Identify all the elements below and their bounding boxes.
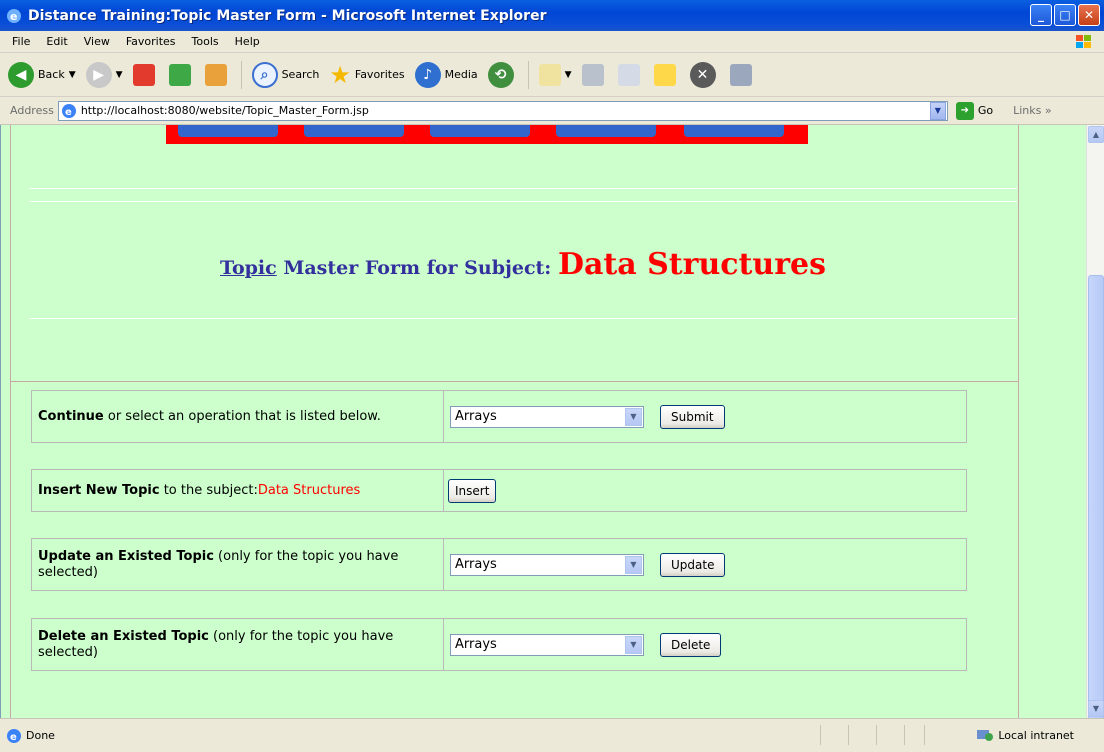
printer-icon <box>581 63 604 86</box>
nav-strip <box>166 125 808 144</box>
update-topic-select[interactable]: Arrays ▼ <box>450 553 644 576</box>
svg-text:e: e <box>65 107 72 118</box>
chevron-down-icon: ▼ <box>625 635 642 654</box>
research-icon <box>729 63 752 86</box>
address-input[interactable] <box>80 104 921 117</box>
history-button[interactable]: ⟲ <box>487 61 518 88</box>
scroll-thumb[interactable] <box>1088 275 1104 745</box>
scroll-up-icon[interactable]: ▲ <box>1088 126 1104 143</box>
address-bar: Address e ▼ ➜ Go Links » <box>0 97 1104 125</box>
address-dropdown-icon[interactable]: ▼ <box>929 101 946 120</box>
messenger-button[interactable]: ✕ <box>689 61 720 88</box>
vertical-scrollbar[interactable]: ▲ ▼ <box>1086 125 1104 745</box>
back-button[interactable]: ◀ Back ▼ <box>8 61 76 88</box>
minimize-button[interactable]: _ <box>1030 4 1052 26</box>
delete-topic-select[interactable]: Arrays ▼ <box>450 633 644 656</box>
history-icon: ⟲ <box>487 61 514 88</box>
menu-file[interactable]: File <box>12 35 30 48</box>
chevron-down-icon: ▼ <box>625 555 642 574</box>
print-button[interactable] <box>581 63 608 86</box>
security-zone: Local intranet <box>976 727 1074 743</box>
svg-text:e: e <box>10 10 17 23</box>
address-field[interactable]: e ▼ <box>57 100 948 121</box>
notes-button[interactable] <box>653 63 680 86</box>
search-icon: ⌕ <box>251 61 278 88</box>
edit-icon <box>617 63 640 86</box>
media-icon: ♪ <box>414 61 441 88</box>
topic-link[interactable]: Topic <box>220 257 277 279</box>
status-text: Done <box>26 729 55 742</box>
ie-icon: e <box>7 8 21 23</box>
forward-arrow-icon: ▶ <box>85 61 112 88</box>
mail-button[interactable]: ▼ <box>538 63 572 86</box>
menu-view[interactable]: View <box>84 35 110 48</box>
page-content: Topic Master Form for Subject: Data Stru… <box>0 125 1086 718</box>
insert-subject: Data Structures <box>257 482 361 498</box>
menu-help[interactable]: Help <box>235 35 260 48</box>
home-button[interactable] <box>204 63 231 86</box>
status-bar: e Done Local intranet <box>0 718 1104 752</box>
stop-icon <box>132 63 155 86</box>
insert-button[interactable]: Insert <box>448 478 497 503</box>
mail-icon <box>538 63 561 86</box>
submit-button[interactable]: Submit <box>660 404 725 429</box>
close-button[interactable]: ✕ <box>1078 4 1100 26</box>
menu-tools[interactable]: Tools <box>192 35 219 48</box>
update-button[interactable]: Update <box>660 552 726 577</box>
subject-name: Data Structures <box>557 247 826 282</box>
window-title: Distance Training:Topic Master Form - Mi… <box>28 7 547 24</box>
links-toolbar[interactable]: Links » <box>1013 104 1052 117</box>
edit-button[interactable] <box>617 63 644 86</box>
research-button[interactable] <box>729 63 756 86</box>
notes-icon <box>653 63 676 86</box>
search-button[interactable]: ⌕ Search <box>251 61 319 88</box>
insert-row: Insert New Topic to the subject:Data Str… <box>31 469 967 512</box>
menu-favorites[interactable]: Favorites <box>126 35 176 48</box>
windows-logo-icon <box>1076 35 1091 48</box>
forward-button[interactable]: ▶ ▼ <box>85 61 123 88</box>
menu-edit[interactable]: Edit <box>46 35 67 48</box>
scroll-down-icon[interactable]: ▼ <box>1088 700 1104 717</box>
intranet-icon <box>977 730 994 741</box>
home-icon <box>204 63 227 86</box>
continue-topic-select[interactable]: Arrays ▼ <box>450 405 644 428</box>
update-row: Update an Existed Topic (only for the to… <box>31 538 967 591</box>
favorites-button[interactable]: ★ Favorites <box>329 61 404 89</box>
page-icon: e <box>61 103 76 118</box>
refresh-icon <box>168 63 191 86</box>
maximize-button[interactable]: □ <box>1054 4 1076 26</box>
page-done-icon: e <box>7 728 21 743</box>
continue-row: Continue or select an operation that is … <box>31 390 967 443</box>
messenger-icon: ✕ <box>689 61 716 88</box>
refresh-button[interactable] <box>168 63 195 86</box>
delete-button[interactable]: Delete <box>660 632 722 657</box>
go-arrow-icon: ➜ <box>955 101 974 120</box>
delete-row: Delete an Existed Topic (only for the to… <box>31 618 967 671</box>
star-icon: ★ <box>329 60 351 89</box>
chevron-down-icon: ▼ <box>625 407 642 426</box>
stop-button[interactable] <box>132 63 159 86</box>
go-button[interactable]: ➜ Go <box>955 101 993 120</box>
media-button[interactable]: ♪ Media <box>414 61 478 88</box>
toolbar: ◀ Back ▼ ▶ ▼ ⌕ Search ★ Favorites ♪ Media … <box>0 53 1104 97</box>
menu-bar: File Edit View Favorites Tools Help <box>0 31 1104 53</box>
page-heading: Topic Master Form for Subject: Data Stru… <box>220 247 826 282</box>
title-bar: e Distance Training:Topic Master Form - … <box>0 0 1104 31</box>
svg-text:e: e <box>10 732 17 743</box>
back-arrow-icon: ◀ <box>8 61 34 88</box>
address-label: Address <box>10 104 54 117</box>
